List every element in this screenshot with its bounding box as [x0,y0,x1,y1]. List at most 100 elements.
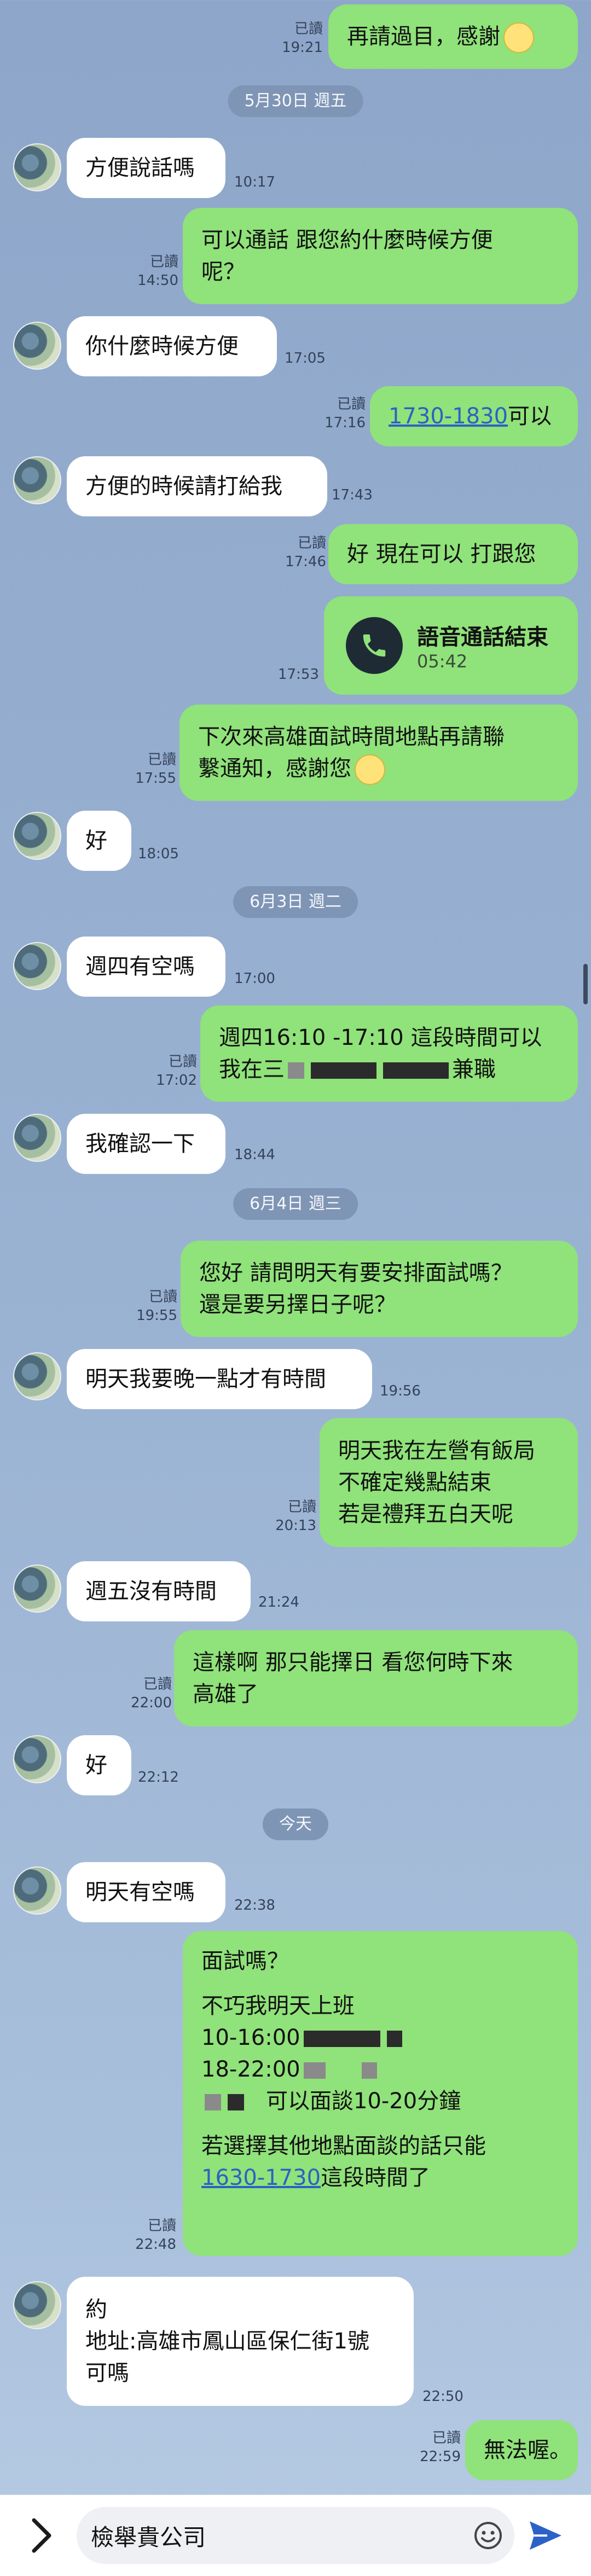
message-bubble-in[interactable]: 明天我要晚一點才有時間 [67,1349,372,1409]
redaction [303,2062,326,2079]
message-bubble-out[interactable]: 面試嗎？ 不巧我明天上班 10-16:00 18-22:00 可以面談10-20… [183,1931,578,2256]
avatar[interactable] [13,1352,61,1400]
message-bubble-out[interactable]: 週四16:10 -17:10 這段時間可以 我在三 兼職 [200,1005,578,1102]
redaction [288,1062,304,1079]
message-bubble-in[interactable]: 我確認一下 [67,1114,225,1174]
message-text: 無法喔。 [484,2438,571,2463]
message-text: 好 [85,1753,107,1778]
time-link[interactable]: 1730-1830 [389,404,508,429]
message-text: 方便的時候請打給我 [85,474,282,499]
message-line: 我在三 兼職 [219,1057,496,1082]
message-time: 18:05 [138,846,179,862]
message-bubble-in[interactable]: 約 地址:高雄市鳳山區保仁街1號 可嗎 [67,2277,414,2406]
message-input[interactable]: 檢舉貴公司 [77,2507,514,2564]
avatar[interactable] [13,322,61,370]
message-time: 22:50 [422,2388,463,2405]
read-receipt: 已讀 22:48 [135,2218,176,2253]
message-bubble-in[interactable]: 明天有空嗎 [67,1862,225,1922]
message-line: 可嗎 [85,2360,129,2386]
message-bubble-out[interactable]: 好 現在可以 打跟您 [328,524,578,584]
message-line: 若是禮拜五白天呢 [338,1502,513,1527]
message-bubble-in[interactable]: 好 [67,1735,131,1795]
message-time: 10:17 [234,174,275,190]
message-bubble-out[interactable]: 1730-1830可以 [370,386,578,446]
message-text: 明天有空嗎 [85,1880,195,1905]
message-time: 17:05 [285,350,326,367]
smile-icon[interactable] [473,2520,503,2551]
message-line: 不巧我明天上班 [201,1993,355,2019]
redaction [228,2094,244,2110]
avatar[interactable] [13,812,61,860]
message-text: 週五沒有時間 [85,1579,217,1604]
message-time: 17:43 [332,487,373,503]
read-receipt: 已讀 17:55 [135,752,176,787]
message-time: 17:00 [234,970,275,987]
redaction [311,1062,376,1079]
message-time: 19:56 [380,1383,421,1399]
read-receipt: 已讀 17:46 [285,535,326,570]
message-bubble-in[interactable]: 方便的時候請打給我 [67,456,327,516]
message-line: 明天我在左營有飯局 [338,1438,535,1463]
date-separator: 6月4日 週三 [233,1188,358,1220]
read-receipt: 已讀 19:21 [282,21,323,56]
message-bubble-in[interactable]: 你什麼時候方便 [67,316,277,376]
emoji-icon [503,22,534,53]
message-bubble-out[interactable]: 這樣啊 那只能擇日 看您何時下來 高雄了 [174,1630,578,1726]
redaction [205,2094,221,2110]
avatar[interactable] [13,1866,61,1915]
message-line: 呢？ [201,259,245,284]
message-bubble-out[interactable]: 無法喔。 [465,2420,578,2480]
date-separator: 今天 [263,1809,328,1840]
message-text: 1730-1830可以 [389,404,552,429]
avatar[interactable] [13,456,61,504]
message-bubble-out[interactable]: 再請過目，感謝 [328,4,578,69]
avatar[interactable] [13,1114,61,1162]
message-bubble-out[interactable]: 您好 請問明天有要安排面試嗎？ 還是要另擇日子呢？ [181,1241,578,1337]
avatar[interactable] [13,2281,61,2329]
message-line: 高雄了 [193,1682,258,1707]
send-icon[interactable] [528,2519,564,2552]
message-text: 好 [85,828,107,853]
message-time: 22:38 [234,1897,275,1914]
message-line: 下次來高雄面試時間地點再請聯 [198,724,505,749]
message-bubble-out[interactable]: 明天我在左營有飯局 不確定幾點結束 若是禮拜五白天呢 [320,1418,578,1547]
read-receipt: 已讀 14:50 [137,254,178,289]
message-line: 地址:高雄市鳳山區保仁街1號 [85,2329,369,2354]
phone-icon [346,617,403,674]
message-text: 週四有空嗎 [85,954,195,979]
message-time: 18:44 [234,1147,275,1163]
message-line: 若選擇其他地點面談的話只能 [201,2133,486,2159]
message-text: 你什麼時候方便 [85,334,239,359]
avatar[interactable] [13,942,61,990]
message-time: 22:12 [138,1769,179,1786]
scrollbar[interactable] [583,964,588,1004]
read-receipt: 已讀 17:16 [325,396,366,431]
avatar[interactable] [13,1565,61,1613]
message-bubble-in[interactable]: 週四有空嗎 [67,937,225,997]
message-bubble-in[interactable]: 好 [67,811,131,871]
message-text: 方便說話嗎 [85,155,195,181]
read-receipt: 已讀 22:00 [131,1676,172,1711]
message-bubble-in[interactable]: 方便說話嗎 [67,138,225,198]
emoji-icon [355,754,385,785]
time-link[interactable]: 1630-1730 [201,2165,321,2190]
message-input-bar: 檢舉貴公司 [0,2494,591,2576]
message-line: 週四16:10 -17:10 這段時間可以 [219,1025,542,1050]
read-receipt: 已讀 17:02 [156,1054,197,1089]
message-line: 這樣啊 那只能擇日 看您何時下來 [193,1650,513,1675]
message-line: 可以面談10-20分鐘 [201,2085,559,2117]
date-separator: 6月3日 週二 [233,886,358,918]
message-line: 繫通知，感謝您 [198,753,559,785]
message-line: 還是要另擇日子呢？ [199,1292,396,1317]
message-bubble-out[interactable]: 可以通話 跟您約什麼時候方便 呢？ [183,208,578,304]
chevron-right-icon[interactable] [22,2515,60,2556]
message-bubble-in[interactable]: 週五沒有時間 [67,1561,251,1621]
chat-area[interactable]: 再請過目，感謝 已讀 19:21 5月30日 週五 方便說話嗎 10:17 可以通… [0,0,591,2494]
message-time: 17:53 [278,666,319,683]
message-input-text[interactable]: 檢舉貴公司 [91,2519,206,2552]
avatar[interactable] [13,143,61,191]
read-receipt: 已讀 19:55 [136,1289,177,1324]
message-bubble-out[interactable]: 下次來高雄面試時間地點再請聯 繫通知，感謝您 [179,705,578,801]
avatar[interactable] [13,1735,61,1783]
voice-call-card[interactable]: 語音通話結束 05:42 [324,596,578,695]
